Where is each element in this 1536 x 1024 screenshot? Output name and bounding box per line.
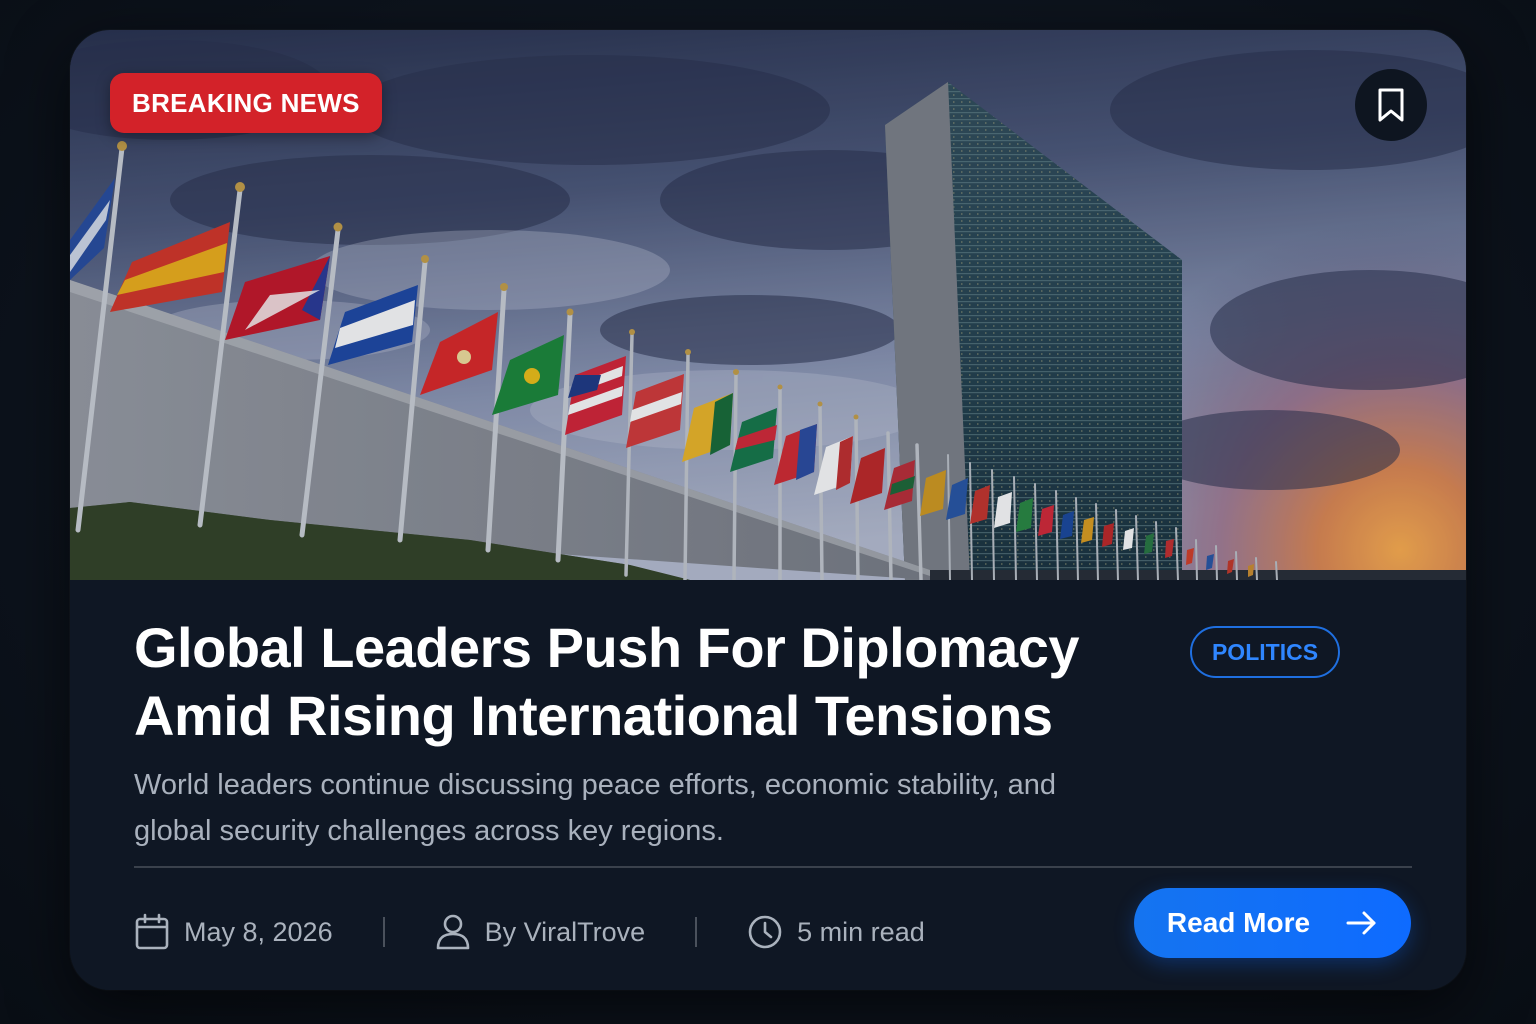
- user-icon: [436, 914, 469, 950]
- author-text[interactable]: By ViralTrove: [485, 917, 646, 948]
- arrow-right-icon: [1346, 911, 1376, 935]
- meta-separator: [382, 917, 385, 947]
- news-card[interactable]: BREAKING NEWS Global Leaders Push For Di…: [70, 30, 1466, 990]
- article-content: Global Leaders Push For Diplomacy Amid R…: [70, 580, 1466, 990]
- bookmark-icon: [1378, 88, 1404, 122]
- read-more-button[interactable]: Read More: [1134, 888, 1411, 958]
- calendar-icon: [135, 913, 169, 950]
- read-time-text: 5 min read: [797, 916, 925, 947]
- read-time: 5 min read: [747, 913, 925, 951]
- page-background: BREAKING NEWS Global Leaders Push For Di…: [0, 0, 1536, 1024]
- breaking-news-badge: BREAKING NEWS: [110, 73, 382, 133]
- publish-date: May 8, 2026: [134, 913, 333, 951]
- article-title[interactable]: Global Leaders Push For Diplomacy Amid R…: [134, 614, 1114, 750]
- article-summary: World leaders continue discussing peace …: [134, 769, 1057, 847]
- category-tag[interactable]: POLITICS: [1190, 626, 1340, 678]
- publish-date-text: May 8, 2026: [184, 916, 333, 947]
- bookmark-button[interactable]: [1355, 69, 1427, 141]
- hero-image: BREAKING NEWS: [70, 30, 1466, 580]
- author: By ViralTrove: [435, 913, 646, 951]
- clock-icon: [748, 915, 782, 949]
- divider: [134, 866, 1412, 868]
- article-meta: May 8, 2026 By ViralTrove 5 min read: [134, 910, 925, 954]
- meta-separator: [695, 917, 698, 947]
- read-more-label: Read More: [1166, 907, 1311, 938]
